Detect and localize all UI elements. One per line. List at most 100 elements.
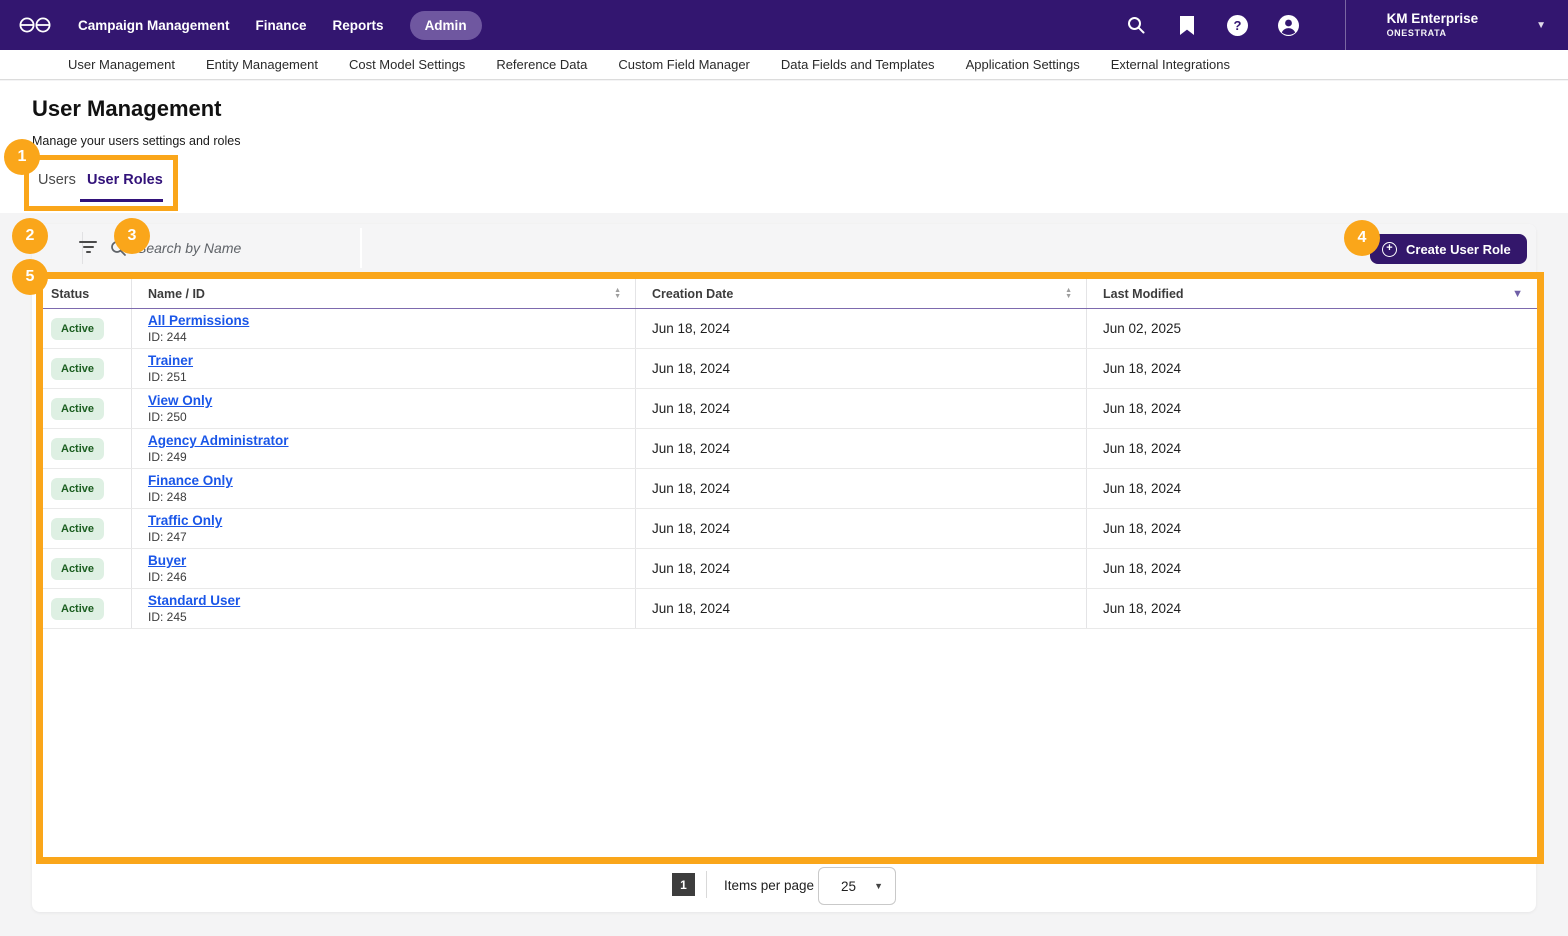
status-badge: Active [51, 438, 104, 460]
top-app-bar: Campaign Management Finance Reports Admi… [0, 0, 1568, 50]
nav-admin-active[interactable]: Admin [410, 11, 482, 40]
chevron-down-icon: ▼ [874, 881, 883, 891]
role-name-link[interactable]: Finance Only [148, 473, 233, 488]
svg-text:?: ? [1234, 18, 1242, 33]
search-icon[interactable] [1125, 14, 1147, 36]
subnav-reference-data[interactable]: Reference Data [496, 57, 587, 72]
active-tab-underline [80, 199, 163, 202]
brand-logo-icon[interactable] [18, 15, 52, 35]
role-id: ID: 247 [148, 530, 635, 544]
account-icon[interactable] [1278, 14, 1300, 36]
pagination-divider [706, 871, 707, 898]
table-row: Active Standard User ID: 245 Jun 18, 2024… [43, 589, 1537, 629]
last-modified-cell: Jun 18, 2024 [1086, 549, 1537, 588]
last-modified-cell: Jun 18, 2024 [1086, 469, 1537, 508]
table-row: Active Agency Administrator ID: 249 Jun 1… [43, 429, 1537, 469]
role-name-link[interactable]: Trainer [148, 353, 193, 368]
role-name-link[interactable]: View Only [148, 393, 212, 408]
create-user-role-button[interactable]: + Create User Role [1370, 234, 1527, 264]
role-name-link[interactable]: Buyer [148, 553, 186, 568]
page-title: User Management [32, 96, 222, 122]
status-badge: Active [51, 318, 104, 340]
last-modified-cell: Jun 18, 2024 [1086, 589, 1537, 628]
last-modified-cell: Jun 18, 2024 [1086, 349, 1537, 388]
primary-nav: Campaign Management Finance Reports Admi… [78, 11, 482, 40]
table-row: Active Traffic OnlyID: 247 Jun 18, 2024 … [43, 509, 1537, 549]
page-subtitle: Manage your users settings and roles [32, 134, 240, 148]
last-modified-cell: Jun 02, 2025 [1086, 309, 1537, 348]
role-name-link[interactable]: All Permissions [148, 313, 249, 328]
status-badge: Active [51, 558, 104, 580]
table-header-row: Status Name / ID ▲▼ Creation Date ▲▼ Las… [43, 279, 1537, 309]
subnav-entity-management[interactable]: Entity Management [206, 57, 318, 72]
chevron-down-icon[interactable]: ▼ [1536, 20, 1546, 31]
role-id: ID: 251 [148, 370, 635, 384]
help-icon[interactable]: ? [1227, 14, 1249, 36]
subnav-data-fields-templates[interactable]: Data Fields and Templates [781, 57, 935, 72]
items-per-page-label: Items per page [724, 878, 814, 893]
table-row: Active Finance OnlyID: 248 Jun 18, 2024 … [43, 469, 1537, 509]
role-id: ID: 246 [148, 570, 635, 584]
status-badge: Active [51, 398, 104, 420]
col-header-last-modified[interactable]: Last Modified ▼ [1086, 279, 1537, 308]
table-row: Active TrainerID: 251 Jun 18, 2024 Jun 1… [43, 349, 1537, 389]
user-roles-table: Status Name / ID ▲▼ Creation Date ▲▼ Las… [36, 272, 1544, 864]
subnav-user-management[interactable]: User Management [68, 57, 175, 72]
sort-icon[interactable]: ▲▼ [1065, 288, 1072, 300]
subnav-external-integrations[interactable]: External Integrations [1111, 57, 1230, 72]
last-modified-cell: Jun 18, 2024 [1086, 509, 1537, 548]
role-id: ID: 248 [148, 490, 635, 504]
table-row: Active Buyer ID: 246 Jun 18, 2024 Jun 18,… [43, 549, 1537, 589]
items-per-page-select[interactable]: 25 ▼ [818, 867, 896, 905]
filter-icon[interactable] [78, 241, 98, 255]
creation-date-cell: Jun 18, 2024 [635, 349, 1086, 388]
last-modified-cell: Jun 18, 2024 [1086, 429, 1537, 468]
table-row: Active View Only ID: 250 Jun 18, 2024 Jun… [43, 389, 1537, 429]
tab-users[interactable]: Users [38, 172, 76, 188]
creation-date-cell: Jun 18, 2024 [635, 509, 1086, 548]
creation-date-cell: Jun 18, 2024 [635, 589, 1086, 628]
topbar-divider [1345, 0, 1346, 50]
role-name-link[interactable]: Traffic Only [148, 513, 222, 528]
status-badge: Active [51, 598, 104, 620]
tab-user-roles[interactable]: User Roles [87, 172, 163, 188]
nav-finance[interactable]: Finance [256, 18, 307, 33]
page-number-button[interactable]: 1 [672, 873, 695, 896]
nav-campaign-management[interactable]: Campaign Management [78, 18, 230, 33]
user-roles-card: + Create User Role Status Name / ID ▲▼ C… [32, 224, 1536, 912]
role-id: ID: 250 [148, 410, 635, 424]
items-per-page-value: 25 [841, 879, 856, 894]
topbar-actions: ? KM Enterprise ONESTRATA ▼ [1125, 0, 1568, 50]
role-id: ID: 245 [148, 610, 635, 624]
creation-date-cell: Jun 18, 2024 [635, 469, 1086, 508]
last-modified-cell: Jun 18, 2024 [1086, 389, 1537, 428]
admin-subnav: User Management Entity Management Cost M… [0, 50, 1568, 80]
tenant-switcher[interactable]: KM Enterprise ONESTRATA ▼ [1387, 11, 1560, 39]
status-badge: Active [51, 478, 104, 500]
creation-date-cell: Jun 18, 2024 [635, 549, 1086, 588]
table-toolbar: + Create User Role [32, 224, 1536, 272]
status-badge: Active [51, 518, 104, 540]
role-name-link[interactable]: Standard User [148, 593, 240, 608]
role-id: ID: 249 [148, 450, 635, 464]
plus-circle-icon: + [1382, 242, 1397, 257]
sort-icon[interactable]: ▲▼ [614, 288, 621, 300]
col-header-creation-date[interactable]: Creation Date ▲▼ [635, 279, 1086, 308]
tenant-name: KM Enterprise [1387, 11, 1479, 28]
nav-reports[interactable]: Reports [333, 18, 384, 33]
subnav-application-settings[interactable]: Application Settings [966, 57, 1080, 72]
subnav-custom-field-manager[interactable]: Custom Field Manager [618, 57, 750, 72]
subnav-cost-model-settings[interactable]: Cost Model Settings [349, 57, 465, 72]
table-row: Active All PermissionsID: 244 Jun 18, 20… [43, 309, 1537, 349]
tenant-org: ONESTRATA [1387, 28, 1479, 39]
search-icon [110, 240, 127, 257]
role-name-link[interactable]: Agency Administrator [148, 433, 289, 448]
creation-date-cell: Jun 18, 2024 [635, 309, 1086, 348]
sort-desc-icon[interactable]: ▼ [1512, 288, 1523, 300]
bookmark-icon[interactable] [1176, 14, 1198, 36]
col-header-name-id[interactable]: Name / ID ▲▼ [131, 279, 635, 308]
creation-date-cell: Jun 18, 2024 [635, 389, 1086, 428]
toolbar-divider [360, 228, 362, 268]
creation-date-cell: Jun 18, 2024 [635, 429, 1086, 468]
search-input[interactable] [137, 240, 337, 256]
